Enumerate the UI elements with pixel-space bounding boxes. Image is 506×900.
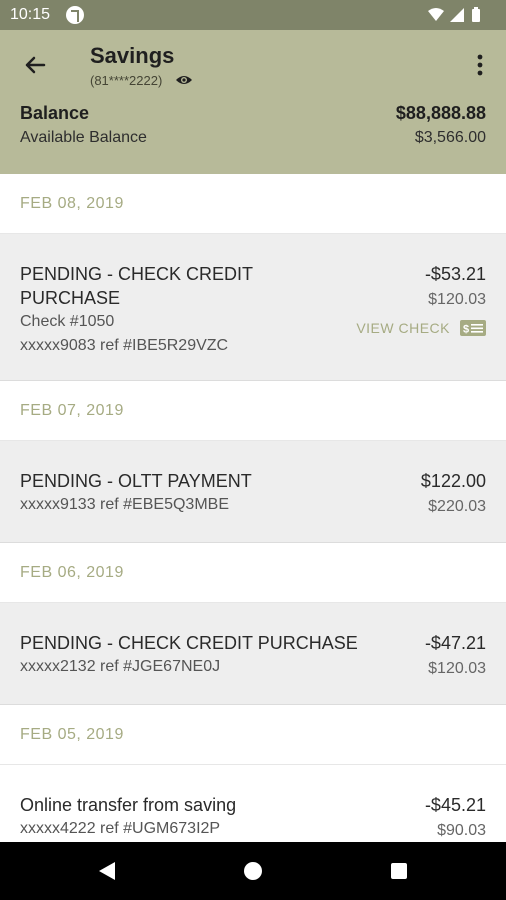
date-header: FEB 05, 2019 (0, 705, 506, 765)
nav-recents-icon[interactable] (391, 863, 407, 879)
balance-label: Balance (20, 103, 90, 123)
nav-home-icon[interactable] (244, 862, 262, 880)
transaction-balance: $120.03 (428, 660, 486, 677)
transaction-title: PENDING - OLTT PAYMENT (20, 471, 252, 491)
more-vert-icon[interactable] (470, 50, 490, 80)
transaction-amount: -$53.21 (424, 264, 486, 284)
transaction-title: PENDING - CHECK CREDIT PURCHASE (20, 264, 253, 308)
status-time: 10:15 (10, 6, 51, 23)
svg-text:$: $ (463, 324, 469, 336)
view-check-label: VIEW CHECK (356, 320, 450, 336)
transaction-title: PENDING - CHECK CREDIT PURCHASE (20, 633, 358, 653)
app-header: Savings (81****2222) Balance $88,888.88 … (0, 30, 506, 174)
check-number: Check #1050 (20, 313, 115, 330)
transaction-ref: xxxxx9133 ref #EBE5Q3MBE (20, 496, 229, 513)
balance-value: $88,888.88 (395, 103, 486, 123)
status-bar: 10:15 (0, 0, 506, 30)
transaction-amount: $122.00 (420, 471, 486, 491)
date-label: FEB 05, 2019 (20, 726, 124, 743)
date-header: FEB 06, 2019 (0, 543, 506, 603)
view-check-button[interactable]: VIEW CHECK $ (356, 320, 486, 336)
transaction-amount: -$45.21 (424, 795, 486, 815)
transaction-list[interactable]: FEB 08, 2019 PENDING - CHECK CREDIT PURC… (0, 174, 506, 842)
battery-icon (472, 9, 480, 22)
status-icons (428, 7, 480, 22)
transaction-row[interactable]: PENDING - CHECK CREDIT PURCHASE xxxxx213… (0, 603, 506, 705)
available-balance-label: Available Balance (20, 129, 147, 146)
google-icon (66, 6, 84, 24)
back-arrow-icon[interactable] (18, 50, 52, 80)
transaction-title: Online transfer from saving (20, 795, 237, 815)
eye-icon[interactable] (175, 73, 193, 87)
transaction-row[interactable]: PENDING - CHECK CREDIT PURCHASE Check #1… (0, 234, 506, 381)
transaction-row[interactable]: Online transfer from saving xxxxx4222 re… (0, 765, 506, 842)
check-icon: $ (460, 320, 486, 336)
date-header: FEB 07, 2019 (0, 381, 506, 441)
available-balance-value: $3,566.00 (414, 129, 486, 146)
navigation-bar (0, 842, 506, 900)
account-number: (81****2222) (90, 73, 163, 88)
transaction-amount: -$47.21 (424, 633, 486, 653)
date-header: FEB 08, 2019 (0, 174, 506, 234)
transaction-balance: $90.03 (437, 822, 486, 839)
signal-icon (450, 8, 464, 22)
transaction-ref: xxxxx9083 ref #IBE5R29VZC (20, 337, 229, 354)
date-label: FEB 08, 2019 (20, 195, 124, 212)
page-title: Savings (90, 43, 175, 68)
date-label: FEB 06, 2019 (20, 564, 124, 581)
transaction-balance: $120.03 (428, 291, 486, 308)
nav-back-icon[interactable] (97, 861, 117, 881)
transaction-ref: xxxxx2132 ref #JGE67NE0J (20, 658, 221, 675)
wifi-icon (428, 8, 444, 21)
date-label: FEB 07, 2019 (20, 402, 124, 419)
transaction-row[interactable]: PENDING - OLTT PAYMENT xxxxx9133 ref #EB… (0, 441, 506, 543)
transaction-ref: xxxxx4222 ref #UGM673I2P (20, 820, 221, 837)
transaction-balance: $220.03 (428, 498, 486, 515)
